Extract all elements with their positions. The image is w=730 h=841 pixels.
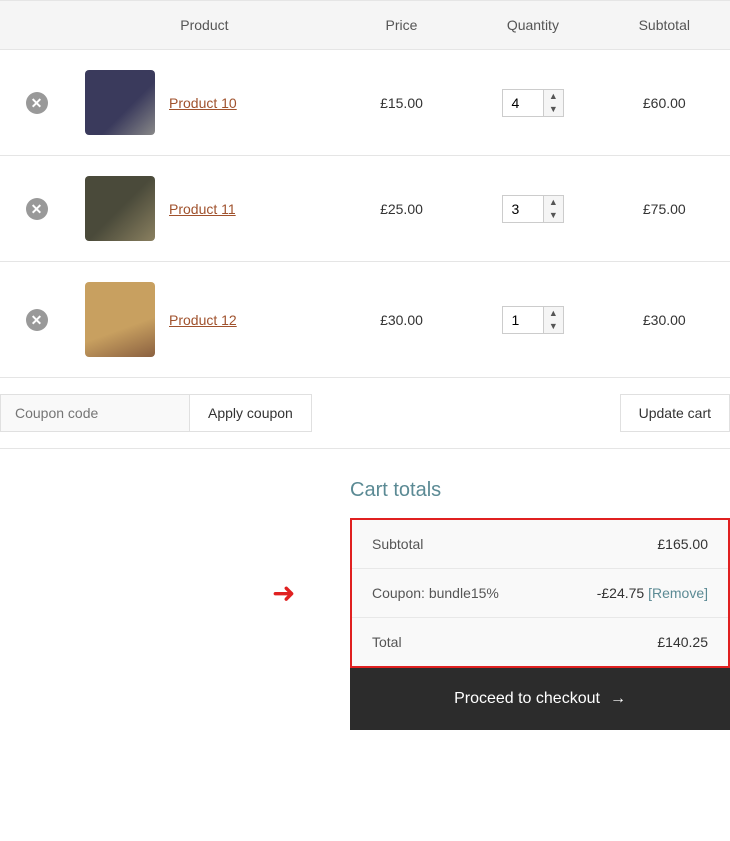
remove-cell-1: ✕ (0, 156, 73, 262)
table-header-row: Product Price Quantity Subtotal (0, 1, 730, 50)
qty-up-11[interactable]: ▲ (544, 196, 563, 209)
qty-spinners-10: ▲ ▼ (543, 90, 563, 116)
qty-input-12[interactable] (503, 308, 543, 332)
product-cell-inner-1: Product 11 (85, 176, 324, 241)
product-subtotal-11: £75.00 (643, 201, 686, 217)
coupon-discount-value: -£24.75 [Remove] (597, 585, 708, 601)
col-price-header: Price (336, 1, 467, 50)
product-price-11: £25.00 (380, 201, 423, 217)
product-cell-inner-0: Product 10 (85, 70, 324, 135)
qty-down-10[interactable]: ▼ (544, 103, 563, 116)
remove-product-10-button[interactable]: ✕ (26, 92, 48, 114)
total-label: Total (372, 634, 402, 650)
cart-totals-box: Cart totals Subtotal £165.00 ➜ Coupon: b… (350, 479, 730, 668)
product-link-12[interactable]: Product 12 (169, 312, 237, 328)
qty-up-10[interactable]: ▲ (544, 90, 563, 103)
product-price-10: £15.00 (380, 95, 423, 111)
product-cell-0: Product 10 (73, 50, 336, 156)
proceed-to-checkout-button[interactable]: Proceed to checkout → (350, 668, 730, 730)
qty-down-12[interactable]: ▼ (544, 320, 563, 333)
product-image-11 (85, 176, 155, 241)
qty-wrapper-10: ▲ ▼ (502, 89, 564, 117)
product-image-12 (85, 282, 155, 357)
col-quantity-header: Quantity (467, 1, 598, 50)
coupon-label: Coupon: bundle15% (372, 585, 499, 601)
cart-totals-title: Cart totals (350, 479, 730, 502)
subtotal-value: £165.00 (657, 536, 708, 552)
coupon-row-totals: ➜ Coupon: bundle15% -£24.75 [Remove] (352, 569, 728, 618)
table-row: ✕ Product 10 £15.00 ▲ ▼ (0, 50, 730, 156)
subtotal-cell-2: £30.00 (599, 262, 730, 378)
coupon-row: Apply coupon Update cart (0, 378, 730, 449)
update-cart-button[interactable]: Update cart (620, 394, 730, 432)
remove-coupon-link[interactable]: [Remove] (648, 585, 708, 601)
product-link-10[interactable]: Product 10 (169, 95, 237, 111)
cart-totals-inner: Subtotal £165.00 ➜ Coupon: bundle15% -£2… (350, 518, 730, 668)
table-row: ✕ Product 11 £25.00 ▲ ▼ (0, 156, 730, 262)
product-subtotal-10: £60.00 (643, 95, 686, 111)
checkout-arrow-icon: → (610, 690, 626, 708)
qty-input-11[interactable] (503, 197, 543, 221)
product-cell-2: Product 12 (73, 262, 336, 378)
coupon-input[interactable] (0, 394, 190, 432)
remove-product-12-button[interactable]: ✕ (26, 309, 48, 331)
price-cell-1: £25.00 (336, 156, 467, 262)
total-value: £140.25 (657, 634, 708, 650)
qty-cell-1: ▲ ▼ (467, 156, 598, 262)
subtotal-cell-1: £75.00 (599, 156, 730, 262)
cart-table: Product Price Quantity Subtotal ✕ Produc… (0, 0, 730, 378)
qty-spinners-12: ▲ ▼ (543, 307, 563, 333)
coupon-left: Apply coupon (0, 394, 312, 432)
cart-totals-section: Cart totals Subtotal £165.00 ➜ Coupon: b… (0, 449, 730, 760)
remove-cell-2: ✕ (0, 262, 73, 378)
product-price-12: £30.00 (380, 312, 423, 328)
product-cell-1: Product 11 (73, 156, 336, 262)
product-cell-inner-2: Product 12 (85, 282, 324, 357)
remove-product-11-button[interactable]: ✕ (26, 198, 48, 220)
col-subtotal-header: Subtotal (599, 1, 730, 50)
qty-cell-0: ▲ ▼ (467, 50, 598, 156)
product-link-11[interactable]: Product 11 (169, 201, 236, 217)
total-row: Total £140.25 (352, 618, 728, 666)
col-product-header: Product (73, 1, 336, 50)
qty-input-10[interactable] (503, 91, 543, 115)
col-remove-header (0, 1, 73, 50)
qty-up-12[interactable]: ▲ (544, 307, 563, 320)
qty-spinners-11: ▲ ▼ (543, 196, 563, 222)
product-image-10 (85, 70, 155, 135)
price-cell-2: £30.00 (336, 262, 467, 378)
qty-wrapper-11: ▲ ▼ (502, 195, 564, 223)
apply-coupon-button[interactable]: Apply coupon (190, 394, 312, 432)
qty-down-11[interactable]: ▼ (544, 209, 563, 222)
subtotal-label: Subtotal (372, 536, 423, 552)
qty-wrapper-12: ▲ ▼ (502, 306, 564, 334)
checkout-label: Proceed to checkout (454, 690, 600, 708)
remove-cell-0: ✕ (0, 50, 73, 156)
subtotal-row: Subtotal £165.00 (352, 520, 728, 569)
product-subtotal-12: £30.00 (643, 312, 686, 328)
table-row: ✕ Product 12 £30.00 ▲ ▼ (0, 262, 730, 378)
subtotal-cell-0: £60.00 (599, 50, 730, 156)
price-cell-0: £15.00 (336, 50, 467, 156)
red-arrow-icon: ➜ (272, 577, 295, 610)
qty-cell-2: ▲ ▼ (467, 262, 598, 378)
